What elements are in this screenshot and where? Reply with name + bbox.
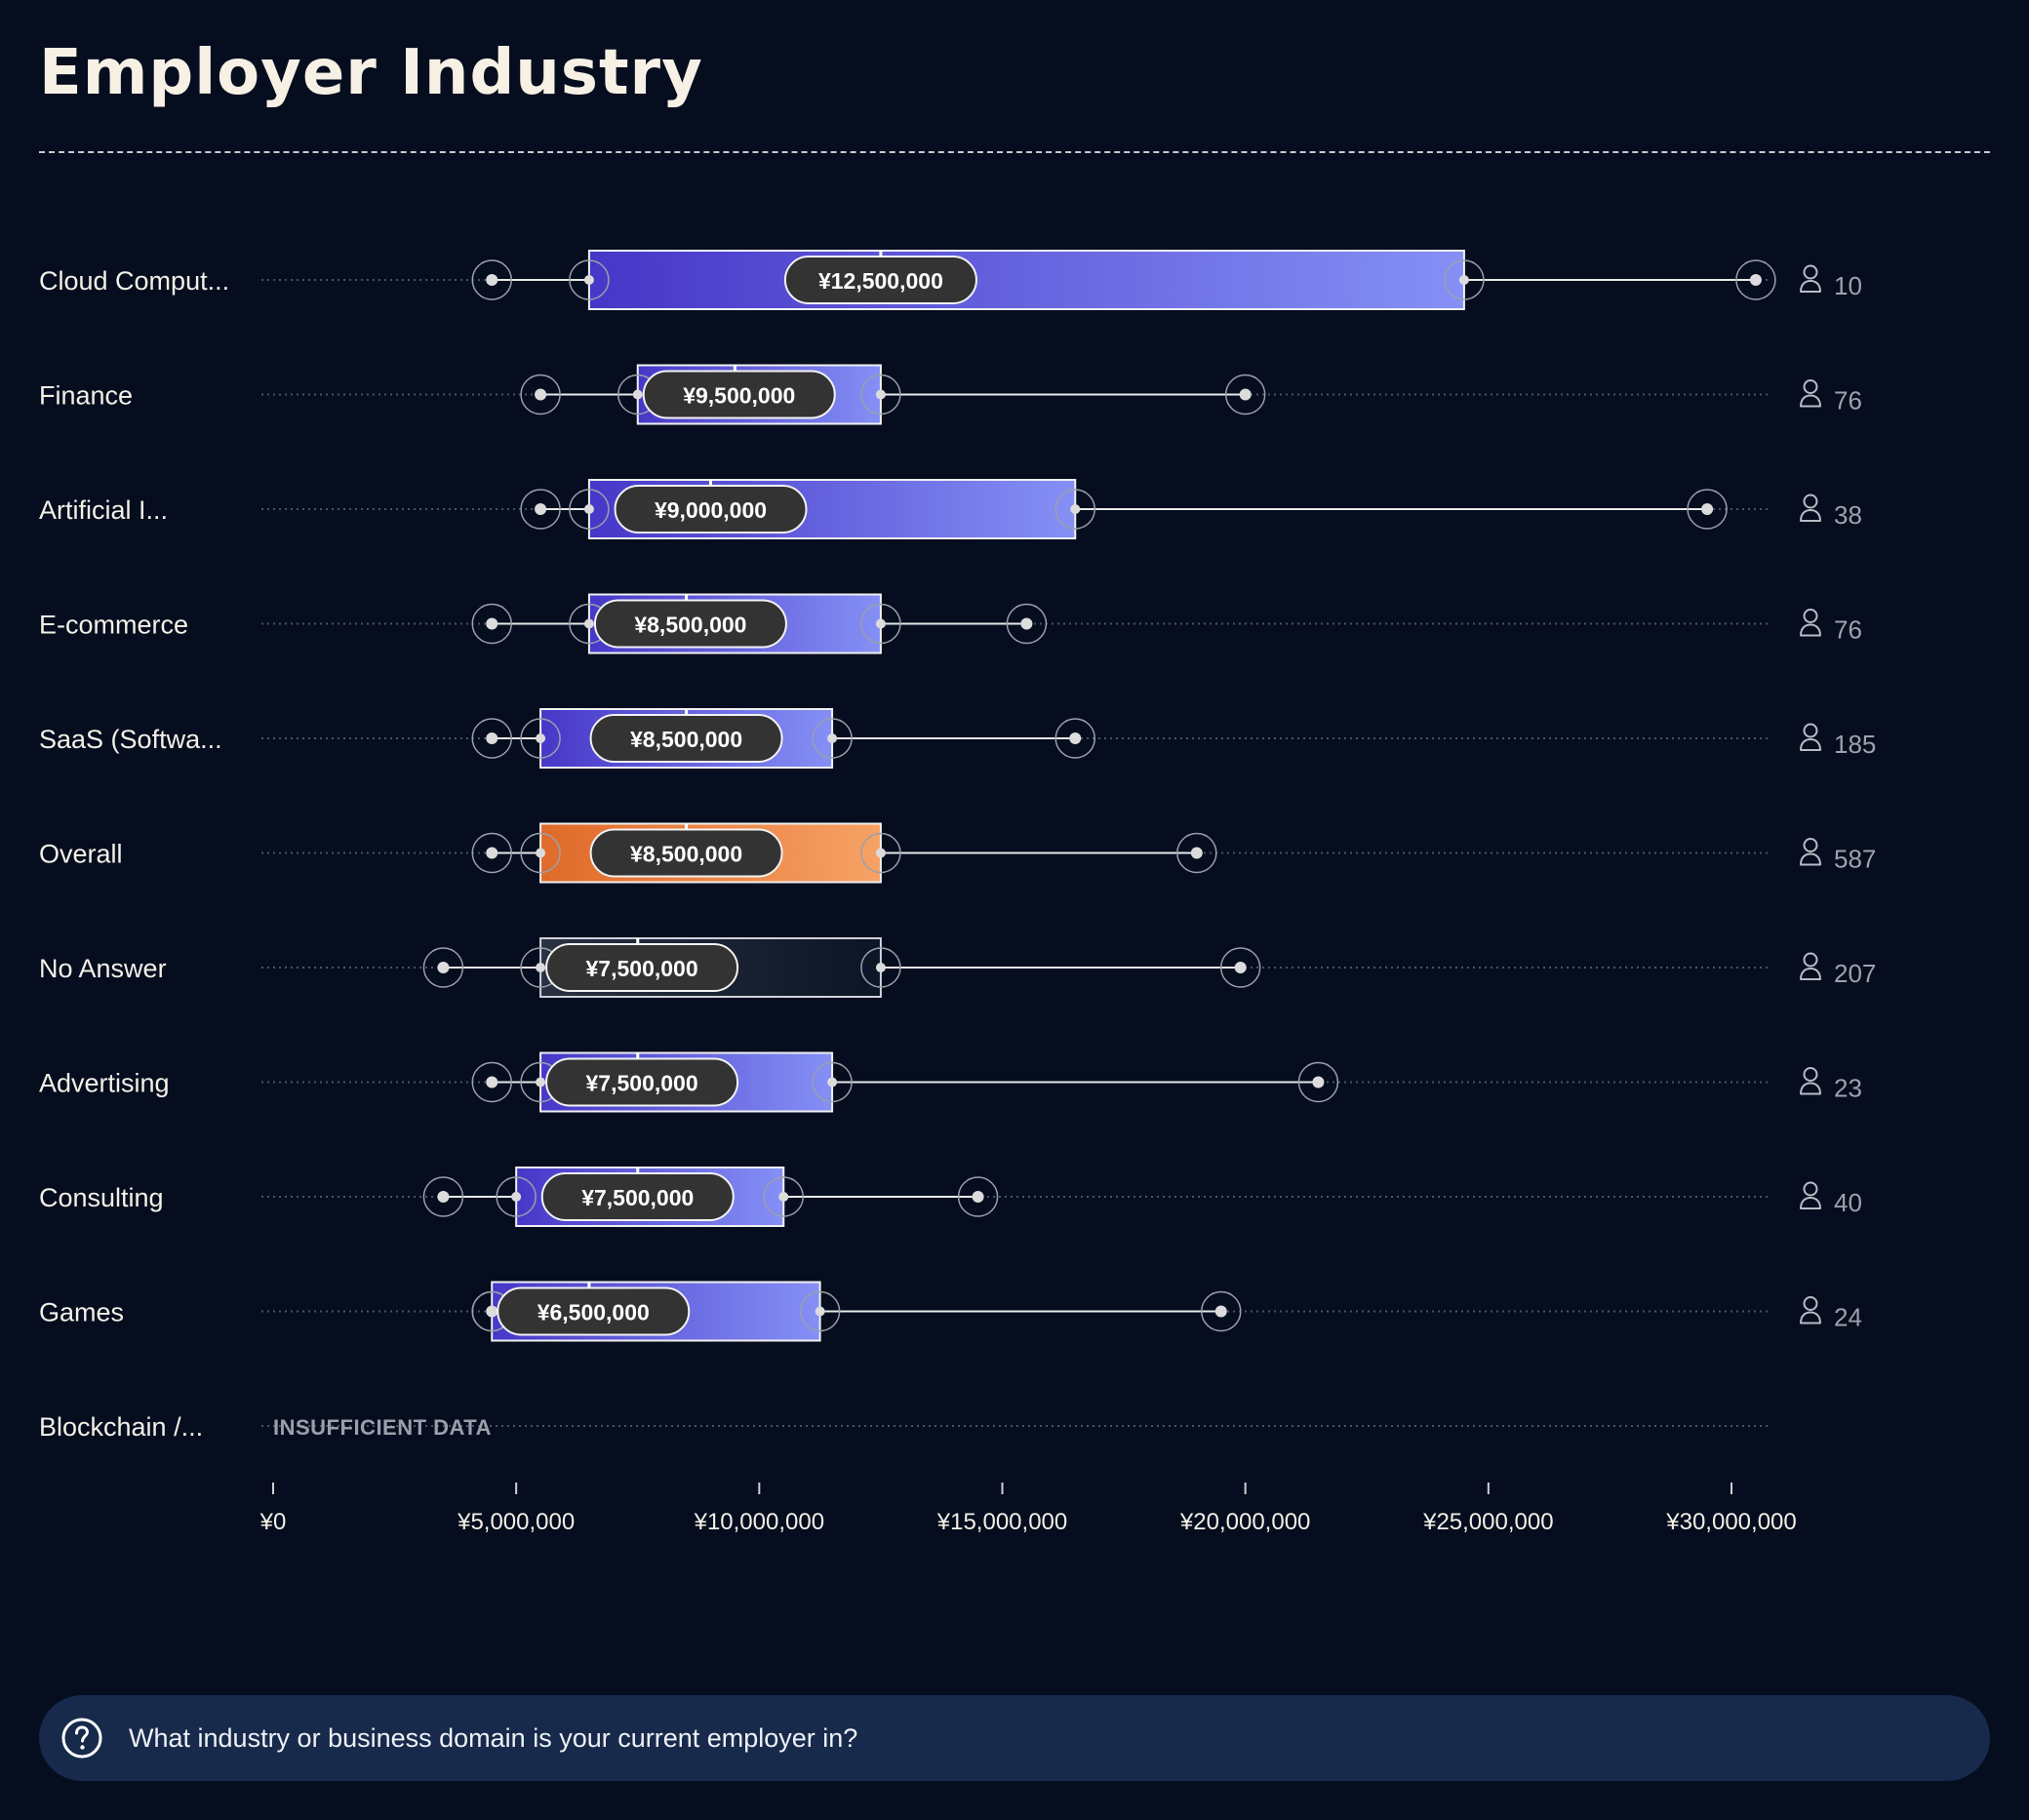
x-axis-tick-label: ¥5,000,000	[457, 1509, 575, 1535]
insufficient-data-label: INSUFFICIENT DATA	[273, 1415, 492, 1440]
chart-row: No Answer ¥7,500,000 207	[39, 937, 1876, 998]
respondent-count: 24	[1834, 1303, 1862, 1332]
chart-row: E-commerce ¥8,500,000 76	[39, 593, 1862, 654]
x-axis-tick-label: ¥25,000,000	[1422, 1509, 1553, 1535]
chart-row: Overall ¥8,500,000 587	[39, 822, 1876, 884]
person-icon	[1800, 494, 1821, 522]
x-axis-tick-label: ¥20,000,000	[1179, 1509, 1310, 1535]
respondent-count: 40	[1834, 1188, 1862, 1217]
category-label: No Answer	[39, 954, 167, 983]
respondent-count: 587	[1834, 845, 1876, 874]
x-axis-tick-label: ¥30,000,000	[1665, 1509, 1796, 1535]
respondent-count: 76	[1834, 386, 1862, 415]
respondent-count: 207	[1834, 959, 1876, 988]
person-icon	[1800, 838, 1821, 866]
person-icon	[1800, 952, 1821, 980]
iqr-box	[587, 250, 1465, 310]
chart-row: Advertising ¥7,500,000 23	[39, 1051, 1862, 1113]
median-value-pill: ¥8,500,000	[593, 599, 787, 649]
median-value-label: ¥9,000,000	[655, 497, 767, 523]
category-label: E-commerce	[39, 611, 188, 640]
category-label: Artificial I...	[39, 495, 168, 525]
chart-row: Consulting ¥7,500,000 40	[39, 1167, 1862, 1227]
chart-row: Cloud Comput... ¥12,500,000 10	[39, 250, 1862, 310]
median-value-label: ¥6,500,000	[537, 1300, 650, 1325]
median-value-pill: ¥9,500,000	[642, 370, 836, 419]
category-label: Advertising	[39, 1069, 170, 1098]
median-value-label: ¥7,500,000	[586, 956, 698, 981]
median-value-pill: ¥7,500,000	[540, 1172, 735, 1221]
median-value-label: ¥7,500,000	[581, 1185, 694, 1210]
respondent-count: 23	[1834, 1074, 1862, 1103]
median-value-label: ¥12,500,000	[818, 268, 943, 294]
category-label: Blockchain /...	[39, 1412, 203, 1442]
x-axis-tick-label: ¥15,000,000	[936, 1509, 1067, 1535]
chart-row: Artificial I... ¥9,000,000 38	[39, 479, 1862, 539]
median-value-pill: ¥7,500,000	[545, 943, 739, 992]
respondent-count: 185	[1834, 730, 1876, 759]
chart-row: Finance ¥9,500,000 76	[39, 364, 1862, 425]
category-label: Cloud Comput...	[39, 266, 229, 296]
category-label: SaaS (Softwa...	[39, 725, 222, 754]
respondent-count: 38	[1834, 500, 1862, 530]
respondent-count: 76	[1834, 615, 1862, 645]
median-value-pill: ¥8,500,000	[589, 714, 783, 763]
category-label: Consulting	[39, 1183, 164, 1212]
chart-row: SaaS (Softwa... ¥8,500,000 185	[39, 708, 1876, 769]
person-icon	[1800, 379, 1821, 408]
chart-row: Games ¥6,500,000 24	[39, 1281, 1862, 1342]
person-icon	[1800, 1296, 1821, 1325]
question-banner: What industry or business domain is your…	[39, 1695, 1990, 1781]
median-value-pill: ¥12,500,000	[783, 256, 977, 304]
category-label: Overall	[39, 840, 123, 869]
category-label: Games	[39, 1298, 124, 1327]
category-label: Finance	[39, 381, 133, 411]
median-value-pill: ¥7,500,000	[545, 1057, 739, 1107]
median-value-label: ¥8,500,000	[630, 842, 742, 867]
median-value-pill: ¥8,500,000	[589, 828, 783, 878]
person-icon	[1800, 1067, 1821, 1095]
person-icon	[1800, 609, 1821, 637]
person-icon	[1800, 1181, 1821, 1209]
median-value-pill: ¥9,000,000	[614, 485, 808, 534]
x-axis-tick-label: ¥10,000,000	[694, 1509, 824, 1535]
median-value-label: ¥9,500,000	[683, 383, 795, 409]
question-circle-icon	[61, 1718, 102, 1759]
person-icon	[1800, 723, 1821, 751]
median-value-label: ¥8,500,000	[630, 727, 742, 752]
person-icon	[1800, 264, 1821, 293]
box-plot-chart: Cloud Comput... ¥12,500,000 10 Finance ¥9,50…	[39, 250, 1876, 1535]
median-value-pill: ¥6,500,000	[497, 1286, 691, 1336]
x-axis-tick-label: ¥0	[259, 1509, 287, 1535]
median-value-label: ¥7,500,000	[586, 1071, 698, 1096]
survey-question: What industry or business domain is your…	[129, 1722, 858, 1753]
chart-row: Blockchain /... INSUFFICIENT DATA	[39, 1412, 1768, 1442]
median-value-label: ¥8,500,000	[634, 613, 746, 638]
respondent-count: 10	[1834, 271, 1862, 300]
